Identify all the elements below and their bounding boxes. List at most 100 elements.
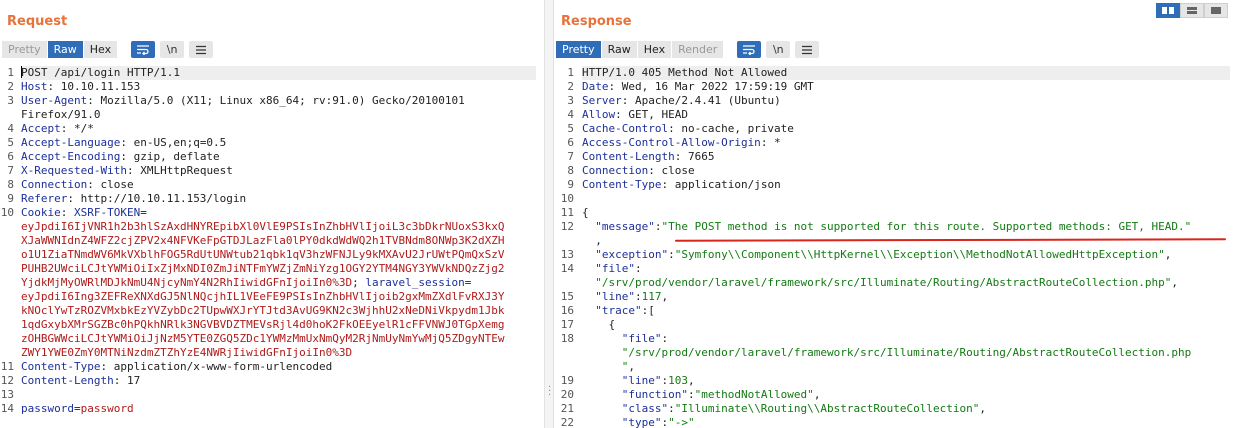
line-number [554,360,574,374]
line-number: 9 [567,178,574,191]
token-json-value: "->" [668,416,695,428]
code-line: zOHBGWWciLCJtYWMiOiJjNzM5YTE0ZGQ5ZDc1YWM… [21,332,504,346]
token-text: POST /api/login HTTP/1.1 [21,66,180,79]
menu-icon[interactable] [189,41,214,58]
token-key: Accept-Language [21,136,121,149]
token-key: Content-Type [21,360,101,373]
token-key: "class" [582,402,669,415]
token-text: : [687,388,695,401]
code-line: "line":117, [582,290,668,304]
token-text: : no-cache, private [668,122,794,135]
menu-icon[interactable] [795,41,820,58]
code-line: Content-Length: 7665 [582,150,714,164]
response-tab-raw[interactable]: Raw [601,41,638,58]
pane-splitter[interactable]: · · · [544,0,554,428]
token-key: "line" [582,374,662,387]
token-value: YjdkMjMyOWRlMDJkNmU4NjcyNmY4N2RhIiwidGFn… [21,276,353,289]
token-text: : XMLHttpRequest [126,164,233,177]
code-line: { [582,318,615,332]
token-key: "file" [582,332,662,345]
token-value: eyJpdiI6IjVNR1h2b3hlSzAxdHNYREpibXl0VlE9… [21,220,505,233]
line-number: 6 [567,136,574,149]
token-key: Server [582,94,622,107]
code-line: "line":103, [582,374,695,388]
line-number [0,332,14,346]
code-line: "type":"->" [582,416,695,428]
show-newlines-button[interactable]: \n [160,41,185,58]
request-editor[interactable]: 1 POST /api/login HTTP/1.1 2 Host: 10.10.11… [0,66,544,428]
line-number [0,262,14,276]
code-line: Referer: http://10.10.11.153/login [21,192,246,206]
word-wrap-icon[interactable] [737,41,762,58]
line-number: 10 [560,192,574,205]
single-pane-view-icon[interactable] [1204,3,1228,18]
token-json-value: " [582,360,629,373]
request-tab-raw[interactable]: Raw [47,41,84,58]
code-line: XJaWWNIdnZ4WFZ2cjZPV2x4NFVKeFpGTDJLazFla… [21,234,504,248]
code-line: "/srv/prod/vendor/laravel/framework/src/… [582,346,1192,360]
response-tab-render[interactable]: Render [672,41,725,58]
line-number: 14 [560,262,574,275]
show-newlines-button[interactable]: \n [766,41,791,58]
token-text: = [464,276,472,289]
line-number [0,108,14,122]
code-line: eyJpdiI6IjVNR1h2b3hlSzAxdHNYREpibXl0VlE9… [21,220,504,234]
token-json-value: "Symfony\\Component\\HttpKernel\\Excepti… [674,248,1165,261]
code-line: 1qdGxybXMrSGZBc0hPQkhNRlk3NGVBVDZTMEVsRj… [21,318,504,332]
token-text: , [687,374,695,387]
response-tab-pretty[interactable]: Pretty [556,41,602,58]
code-line: kNOclYwTzROZVMxbkEzYVZybDc2TUpwWXJrYTJtd… [21,304,504,318]
side-by-side-view-icon[interactable] [1156,3,1180,18]
response-editor[interactable]: 1 HTTP/1.0 405 Method Not Allowed 2 Date: W… [554,66,1242,428]
line-number [0,304,14,318]
token-text: : en-US,en;q=0.5 [120,136,227,149]
code-line: ZWY1YWE0ZmY0MTNiNzdmZTZhYzE4NWRjIiwidGFn… [21,346,352,360]
token-text: = [73,402,81,415]
line-number: 18 [560,332,574,345]
request-pane: Request Pretty Raw Hex \n 1 POST /api/log… [0,0,544,428]
line-number: 12 [560,220,574,233]
line-number: 8 [567,164,574,177]
drag-handle-icon[interactable]: · · · [548,383,551,401]
response-tab-hex[interactable]: Hex [637,41,673,58]
code-line: ", [582,360,635,374]
token-text: , [813,388,821,401]
line-number: 2 [7,80,14,93]
line-number [0,276,14,290]
code-line: o1U1ZiaTNmdWV6MkVXblhFOG5RdUtUNWtub21qbk… [21,248,504,262]
token-json-value: 103 [668,374,688,387]
token-text: , [628,360,635,373]
token-key: "line" [582,290,635,303]
token-text: : http://10.10.11.153/login [67,192,247,205]
code-line: Connection: close [21,178,134,192]
code-line: Content-Length: 17 [21,374,140,388]
word-wrap-icon[interactable] [131,41,156,58]
request-tab-pretty[interactable]: Pretty [2,41,48,58]
request-tab-hex[interactable]: Hex [83,41,119,58]
horizontal-split-view-icon[interactable] [1180,3,1204,18]
token-text: Firefox/91.0 [21,108,101,121]
token-text: : close [648,164,695,177]
token-key: Connection [582,164,649,177]
code-line: Content-Type: application/x-www-form-url… [21,360,332,374]
token-text: : */* [60,122,94,135]
line-number: 4 [567,108,574,121]
token-value: o1U1ZiaTNmdWV6MkVXblhFOG5RdUtUNWtub21qbk… [21,248,505,261]
token-value: kNOclYwTzROZVMxbkEzYVZybDc2TUpwWXJrYTJtd… [21,304,505,317]
token-key: "trace" [582,304,642,317]
line-number: 11 [0,360,14,373]
token-key: laravel_session [365,276,465,289]
code-line: "file": [582,262,641,276]
token-value: PUHB2UWciLCJtYWMiOiIxZjMxNDI0ZmJiNTFmYWZ… [21,262,505,275]
token-key: Allow [582,108,616,121]
token-text: , [661,290,669,303]
request-toolbar: Pretty Raw Hex \n [2,41,214,58]
line-number: 13 [560,248,574,261]
token-json-value: 117 [641,290,662,303]
line-number: 5 [7,136,14,149]
response-toolbar: Pretty Raw Hex Render \n [556,41,820,58]
token-json-value: "methodNotAllowed" [694,388,814,401]
line-number: 13 [0,388,14,401]
code-line: "message":"The POST method is not suppor… [582,220,1191,234]
line-number: 4 [7,122,14,135]
